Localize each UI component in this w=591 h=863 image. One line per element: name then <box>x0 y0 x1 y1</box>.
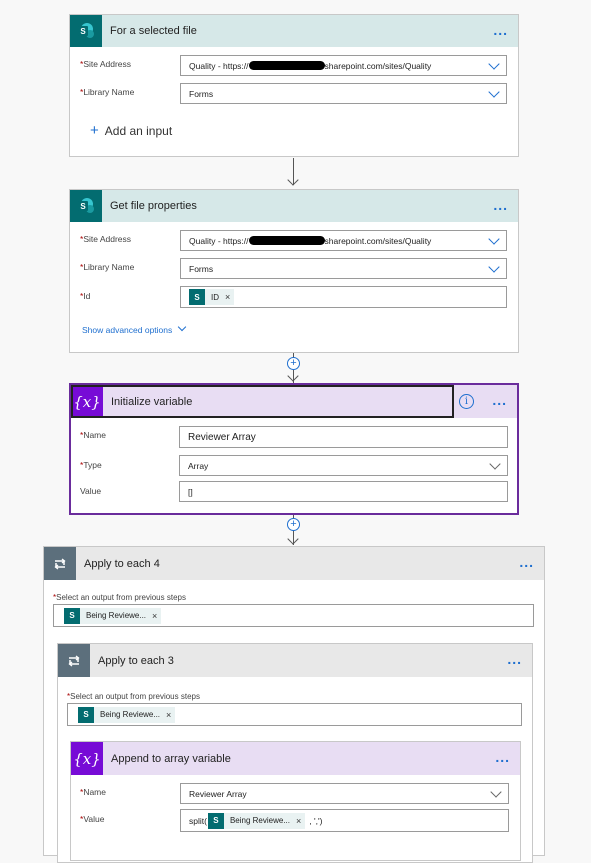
initialize-variable-card: {x} Initialize variable i ... *Name Revi… <box>69 383 519 515</box>
trigger-card: S For a selected file ... *Site Address … <box>69 14 519 157</box>
append-to-array-header[interactable]: {x} Append to array variable ... <box>71 742 520 775</box>
chevron-down-icon <box>488 261 500 273</box>
chevron-down-icon <box>488 233 500 245</box>
insert-step-button[interactable]: + <box>287 518 300 531</box>
chevron-down-icon <box>489 458 501 470</box>
chevron-down-icon <box>490 786 502 798</box>
library-name-dropdown[interactable]: Forms <box>180 83 507 104</box>
initialize-variable-header[interactable]: {x} Initialize variable i ... <box>71 385 517 418</box>
remove-token-icon[interactable]: × <box>152 611 157 621</box>
chevron-down-icon <box>488 86 500 98</box>
card-title: Append to array variable <box>111 752 231 765</box>
variable-name-dropdown[interactable]: Reviewer Array <box>180 783 509 804</box>
show-advanced-options-link[interactable]: Show advanced options <box>82 322 187 335</box>
apply-to-each-4-card: Apply to each 4 ... *Select an output fr… <box>43 546 545 863</box>
value-expression-field[interactable]: split( S Being Reviewe... × , ',') <box>180 809 509 832</box>
dynamic-content-token[interactable]: S ID × <box>189 289 235 305</box>
add-input-button[interactable]: + Add an input <box>90 122 172 139</box>
variable-value-input[interactable]: [] <box>179 481 508 502</box>
site-address-label: *Site Address <box>80 234 132 244</box>
card-title: Apply to each 4 <box>84 557 160 570</box>
sharepoint-icon: S <box>70 190 102 222</box>
site-address-dropdown[interactable]: Quality - https://sharepoint.com/sites/Q… <box>180 55 507 76</box>
site-address-label: *Site Address <box>80 59 132 69</box>
dynamic-content-token[interactable]: S Being Reviewe... × <box>78 706 176 723</box>
library-name-dropdown[interactable]: Forms <box>180 258 507 279</box>
select-output-label: *Select an output from previous steps <box>53 593 186 602</box>
plus-icon: + <box>90 122 99 139</box>
sharepoint-icon: S <box>64 607 80 624</box>
more-options-icon[interactable]: ... <box>507 652 522 666</box>
card-title: Get file properties <box>110 200 197 212</box>
value-label: *Value <box>80 814 105 824</box>
sharepoint-icon: S <box>207 812 224 829</box>
connector-arrow-icon <box>287 370 299 382</box>
card-title: For a selected file <box>110 25 197 37</box>
type-label: *Type <box>80 460 102 470</box>
site-address-dropdown[interactable]: Quality - https://sharepoint.com/sites/Q… <box>180 230 507 251</box>
variable-icon: {x} <box>71 385 103 418</box>
loop-icon <box>44 547 76 580</box>
sharepoint-icon: S <box>189 289 205 305</box>
svg-text:S: S <box>80 27 86 36</box>
value-label: Value <box>80 486 102 496</box>
variable-name-input[interactable]: Reviewer Array <box>179 426 508 448</box>
remove-token-icon[interactable]: × <box>225 292 230 302</box>
sharepoint-icon: S <box>70 15 102 47</box>
more-options-icon[interactable]: ... <box>492 393 507 407</box>
remove-token-icon[interactable]: × <box>166 710 171 720</box>
dynamic-content-token[interactable]: S Being Reviewe... × <box>207 812 306 829</box>
svg-text:S: S <box>80 202 86 211</box>
sharepoint-icon: S <box>78 706 94 723</box>
apply-to-each-3-card: Apply to each 3 ... *Select an output fr… <box>57 643 533 863</box>
connector-arrow-icon <box>287 533 299 545</box>
name-label: *Name <box>80 430 106 440</box>
dynamic-content-token[interactable]: S Being Reviewe... × <box>64 607 162 624</box>
select-output-field[interactable]: S Being Reviewe... × <box>67 703 522 726</box>
variable-icon: {x} <box>71 742 103 775</box>
chevron-down-icon <box>488 58 500 70</box>
info-icon[interactable]: i <box>459 394 474 409</box>
redaction-mark <box>248 236 325 245</box>
more-options-icon[interactable]: ... <box>495 750 510 764</box>
more-options-icon[interactable]: ... <box>519 555 534 569</box>
get-file-properties-card: S Get file properties ... *Site Address … <box>69 189 519 353</box>
redaction-mark <box>248 61 325 70</box>
library-name-label: *Library Name <box>80 262 135 272</box>
loop-icon <box>58 644 90 677</box>
more-options-icon[interactable]: ... <box>493 198 508 212</box>
id-field[interactable]: S ID × <box>180 286 507 308</box>
library-name-label: *Library Name <box>80 87 135 97</box>
trigger-card-header[interactable]: S For a selected file ... <box>70 15 518 47</box>
card-title: Apply to each 3 <box>98 654 174 667</box>
card-title: Initialize variable <box>111 395 193 408</box>
name-label: *Name <box>80 787 106 797</box>
more-options-icon[interactable]: ... <box>493 23 508 37</box>
apply-to-each-3-header[interactable]: Apply to each 3 ... <box>58 644 532 677</box>
variable-type-dropdown[interactable]: Array <box>179 455 508 476</box>
remove-token-icon[interactable]: × <box>296 816 301 826</box>
chevron-down-icon <box>178 322 187 332</box>
insert-step-button[interactable]: + <box>287 357 300 370</box>
select-output-label: *Select an output from previous steps <box>67 692 200 701</box>
append-to-array-card: {x} Append to array variable ... *Name R… <box>70 741 521 861</box>
id-label: *Id <box>80 291 91 301</box>
connector-arrow-icon <box>287 174 299 186</box>
get-file-properties-header[interactable]: S Get file properties ... <box>70 190 518 222</box>
apply-to-each-4-header[interactable]: Apply to each 4 ... <box>44 547 544 580</box>
select-output-field[interactable]: S Being Reviewe... × <box>53 604 534 627</box>
